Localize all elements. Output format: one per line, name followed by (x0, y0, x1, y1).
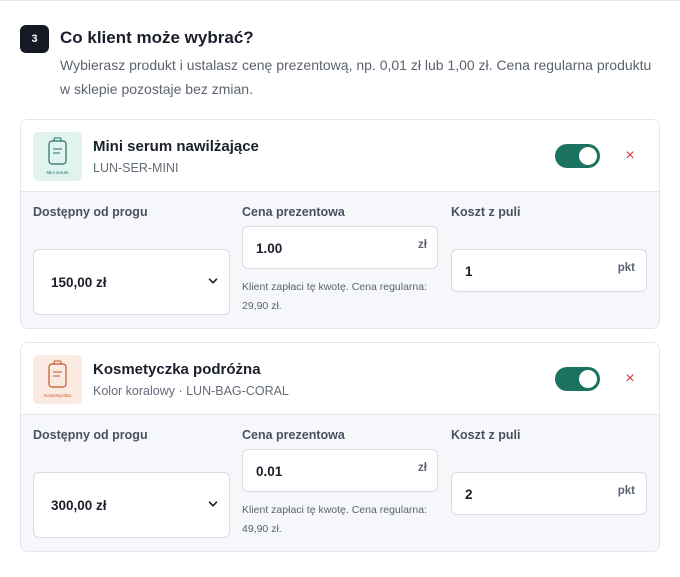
pool-cost-input[interactable]: 2 pkt (451, 472, 647, 515)
pool-cost-value: 2 (465, 487, 473, 502)
pool-cost-label: Koszt z puli (451, 205, 521, 219)
step-number-badge: 3 (20, 25, 49, 53)
product-card: Mini serum Mini serum nawilżające LUN-SE… (20, 119, 660, 329)
gift-price-hint: Klient zapłaci tę kwotę. Cena regularna:… (242, 281, 428, 312)
chevron-down-icon (208, 501, 218, 507)
chevron-down-icon (208, 278, 218, 284)
gift-price-unit: zł (418, 462, 427, 474)
pool-cost-label: Koszt z puli (451, 428, 521, 442)
threshold-select-value: 150,00 zł (51, 275, 107, 290)
pool-cost-unit: pkt (617, 262, 635, 274)
gift-price-label: Cena prezentowa (242, 205, 345, 219)
threshold-select[interactable]: 150,00 zł (33, 249, 230, 315)
bottle-icon: Mini serum (46, 137, 69, 175)
product-card: Kosmetyczka Kosmetyczka podróżna Kolor k… (20, 342, 660, 552)
product-sku: LUN-SER-MINI (93, 161, 179, 175)
section-description: Wybierasz produkt i ustalasz cenę prezen… (60, 57, 652, 97)
product-thumbnail: Kosmetyczka (33, 355, 82, 404)
threshold-label: Dostępny od progu (33, 428, 148, 442)
threshold-label: Dostępny od progu (33, 205, 148, 219)
remove-product-button[interactable]: × (622, 368, 638, 390)
product-name: Mini serum nawilżające (93, 138, 259, 155)
toggle-knob (579, 370, 597, 388)
toggle-knob (579, 147, 597, 165)
product-thumbnail: Mini serum (33, 132, 82, 181)
remove-product-button[interactable]: × (622, 145, 638, 167)
thumbnail-caption: Kosmetyczka (44, 393, 71, 398)
gift-price-unit: zł (418, 239, 427, 251)
pool-cost-unit: pkt (617, 485, 635, 497)
gift-price-input[interactable]: 0.01 zł (242, 449, 438, 492)
gift-price-label: Cena prezentowa (242, 428, 345, 442)
pool-cost-input[interactable]: 1 pkt (451, 249, 647, 292)
thumbnail-caption: Mini serum (46, 170, 68, 175)
section-title: Co klient może wybrać? (60, 28, 254, 47)
threshold-select[interactable]: 300,00 zł (33, 472, 230, 538)
product-enabled-toggle[interactable] (555, 144, 600, 168)
product-enabled-toggle[interactable] (555, 367, 600, 391)
threshold-select-value: 300,00 zł (51, 498, 107, 513)
pouch-icon: Kosmetyczka (44, 360, 71, 398)
product-sku: Kolor koralowy · LUN-BAG-CORAL (93, 384, 289, 398)
gift-price-input[interactable]: 1.00 zł (242, 226, 438, 269)
gift-price-hint: Klient zapłaci tę kwotę. Cena regularna:… (242, 504, 428, 535)
gift-price-value: 1.00 (256, 241, 283, 256)
product-settings: Dostępny od progu Cena prezentowa Koszt … (21, 415, 659, 551)
pool-cost-value: 1 (465, 264, 473, 279)
product-card-header: Mini serum Mini serum nawilżające LUN-SE… (21, 120, 659, 192)
top-divider (0, 0, 680, 1)
product-name: Kosmetyczka podróżna (93, 361, 261, 378)
gift-price-value: 0.01 (256, 464, 283, 479)
product-settings: Dostępny od progu Cena prezentowa Koszt … (21, 192, 659, 328)
product-card-header: Kosmetyczka Kosmetyczka podróżna Kolor k… (21, 343, 659, 415)
